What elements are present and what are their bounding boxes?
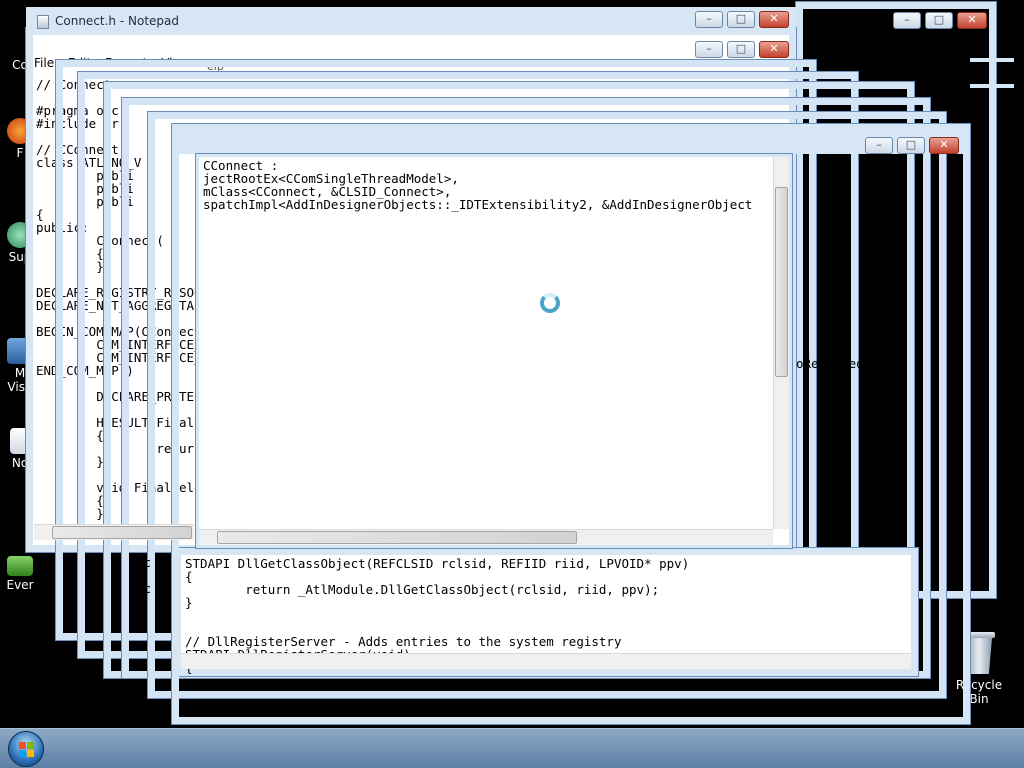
code-line: spatchImpl<AddInDesignerObjects::_IDTExt…: [203, 197, 753, 212]
vertical-scrollbar[interactable]: [773, 157, 789, 529]
ghost-frame-right-1: [970, 58, 1014, 62]
notepad-icon: [37, 15, 49, 29]
taskbar: [0, 728, 1024, 768]
close-button[interactable]: ✕: [759, 11, 789, 28]
notepad-window-title: Connect.h - Notepad: [55, 14, 179, 28]
maximize-button[interactable]: □: [727, 11, 755, 28]
minimize-button[interactable]: –: [893, 12, 921, 29]
evernote-icon: [7, 556, 33, 576]
scroll-thumb[interactable]: [52, 526, 192, 539]
scroll-thumb[interactable]: [217, 531, 577, 544]
close-button[interactable]: ✕: [759, 41, 789, 58]
maximize-button[interactable]: □: [727, 41, 755, 58]
editor-panel[interactable]: CConnect : jectRootEx<CComSingleThreadMod…: [196, 154, 792, 548]
hash-fragment-2: #c: [136, 581, 152, 596]
notepad-horizontal-scrollbar[interactable]: [34, 524, 194, 540]
menu-file[interactable]: File: [34, 56, 54, 70]
minimize-button[interactable]: –: [695, 41, 723, 58]
front-title-bar[interactable]: [172, 124, 970, 154]
maximize-button[interactable]: □: [925, 12, 953, 29]
minimize-button[interactable]: –: [695, 11, 723, 28]
desktop-icon-label: Ever: [6, 578, 34, 592]
start-orb[interactable]: [8, 731, 44, 767]
busy-spinner: [540, 293, 560, 313]
hash-fragment-1: #c: [136, 555, 152, 570]
maximize-button[interactable]: □: [897, 137, 925, 154]
scroll-thumb[interactable]: [775, 187, 788, 377]
minimize-button[interactable]: –: [865, 137, 893, 154]
close-button[interactable]: ✕: [957, 12, 987, 29]
code-top[interactable]: CConnect : jectRootEx<CComSingleThreadMod…: [203, 159, 752, 211]
ghost-frame-right-2: [970, 84, 1014, 88]
desktop-icon-evernote[interactable]: Ever: [0, 556, 40, 592]
code-right-fragment: oReserved): [796, 356, 872, 371]
horizontal-scrollbar[interactable]: [199, 529, 773, 545]
windows-logo-icon: [19, 742, 35, 758]
close-button[interactable]: ✕: [929, 137, 959, 154]
